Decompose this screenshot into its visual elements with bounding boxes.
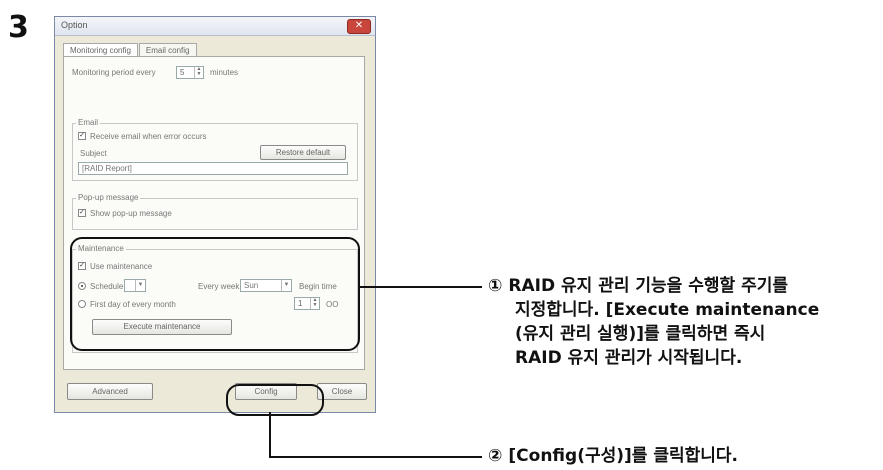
popup-group-label: Pop-up message [76,193,141,202]
annotation-1: ① RAID 유지 관리 기능을 수행할 주기를 지정합니다. [Execute … [488,274,819,370]
annotation-1-line-1: RAID 유지 관리 기능을 수행할 주기를 [508,276,789,296]
annotation-2-number: ② [488,446,503,466]
maintenance-highlight [70,237,360,351]
spin-arrows-icon[interactable]: ▲ ▼ [194,67,203,78]
tab-email-config[interactable]: Email config [138,43,197,57]
config-highlight [226,384,324,416]
receive-email-checkbox[interactable]: ✓ [78,132,86,140]
monitoring-period-label: Monitoring period every [72,68,156,77]
monitoring-period-stepper[interactable]: 5 ▲ ▼ [176,66,204,79]
show-popup-label: Show pop-up message [90,209,172,218]
step-number: 3 [8,10,29,45]
restore-default-button[interactable]: Restore default [260,145,346,160]
tab-monitoring-config[interactable]: Monitoring config [63,43,138,57]
close-icon[interactable]: ✕ [347,19,371,34]
subject-field[interactable]: [RAID Report] [78,162,348,175]
title-bar: Option ✕ [55,17,375,36]
close-button[interactable]: Close [317,383,367,400]
annotation-2: ② [Config(구성)]를 클릭합니다. [488,444,738,468]
show-popup-checkbox[interactable]: ✓ [78,209,86,217]
receive-email-label: Receive email when error occurs [90,132,207,141]
annotation-2-line-1: [Config(구성)]를 클릭합니다. [508,446,739,466]
tab-bar: Monitoring config Email config [63,40,198,57]
window-title: Option [61,20,88,30]
callout-line-1 [358,286,482,288]
email-group-label: Email [76,118,101,127]
advanced-button[interactable]: Advanced [67,383,153,400]
subject-label: Subject [80,149,107,158]
callout-line-2-vertical [269,412,271,457]
monitoring-period-value: 5 [180,68,185,77]
option-dialog: Option ✕ Monitoring config Email config M… [54,16,376,413]
annotation-1-line-2: 지정합니다. [Execute maintenance [515,300,820,320]
annotation-1-line-3: (유지 관리 실행)]를 클릭하면 즉시 [515,324,766,344]
minutes-label: minutes [210,68,239,77]
annotation-1-number: ① [488,276,503,296]
annotation-1-line-4: RAID 유지 관리가 시작됩니다. [515,348,743,368]
callout-line-2-horizontal [269,456,482,458]
